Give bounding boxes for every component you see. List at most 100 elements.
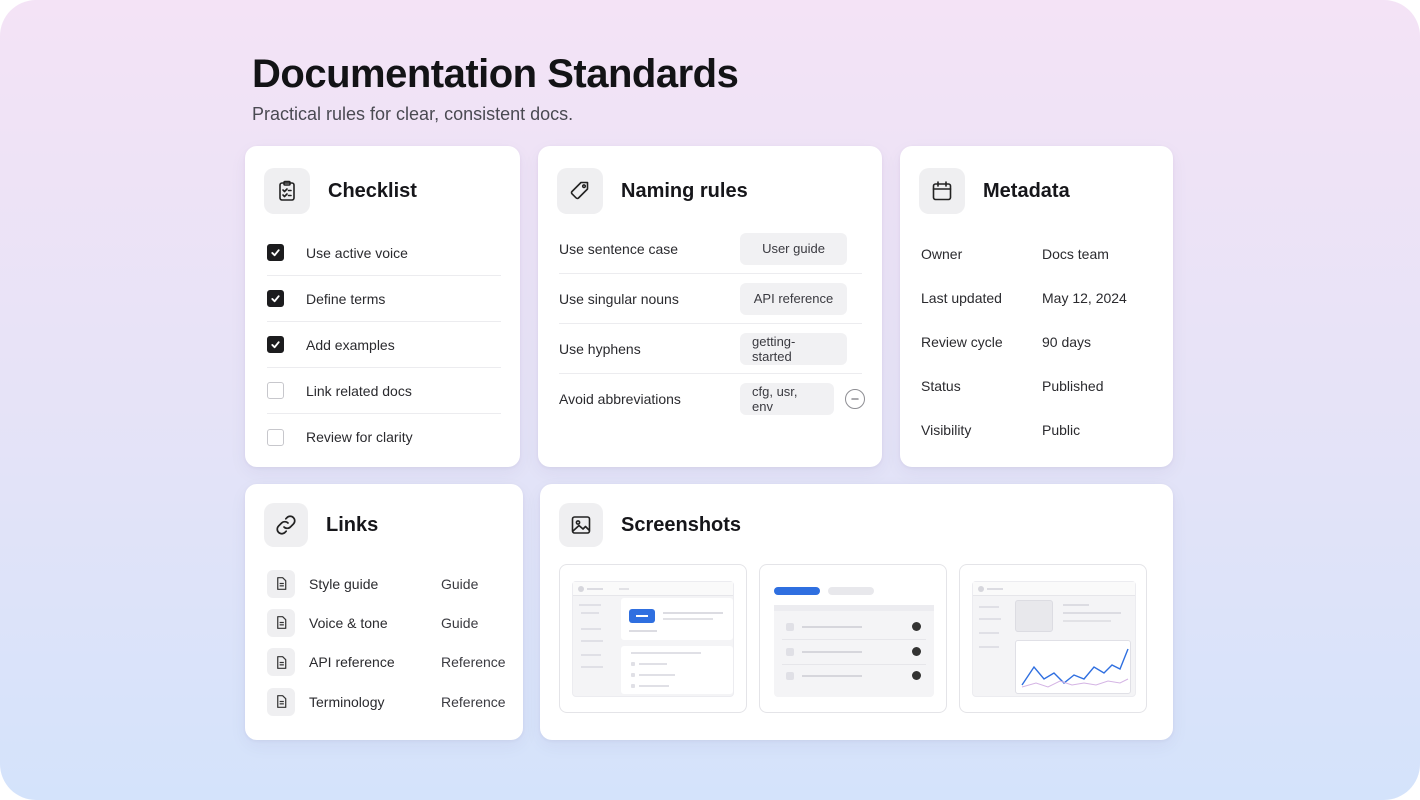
- tag-icon: [557, 168, 603, 214]
- link-icon: [264, 503, 308, 547]
- thumb-bar: [1063, 604, 1089, 606]
- calendar-icon: [919, 168, 965, 214]
- link-item[interactable]: API reference Reference: [267, 643, 507, 682]
- naming-rule-label: Avoid abbreviations: [559, 391, 681, 407]
- thumb-bar: [581, 640, 603, 642]
- thumb-bar: [631, 662, 635, 666]
- naming-rule-row: Use hyphens getting-started: [559, 324, 862, 374]
- thumb-check: [786, 672, 794, 680]
- thumb-list: [774, 605, 934, 697]
- thumb-bar: [631, 684, 635, 688]
- checkbox-checked[interactable]: [267, 290, 284, 307]
- remove-rule-button[interactable]: [845, 389, 865, 409]
- naming-rules-card: Naming rules Use sentence case User guid…: [538, 146, 882, 467]
- metadata-key: Review cycle: [921, 334, 1003, 350]
- naming-rule-label: Use sentence case: [559, 240, 679, 257]
- metadata-value: Published: [1042, 378, 1104, 394]
- thumb-bar: [629, 630, 657, 632]
- thumb-window: [972, 581, 1136, 697]
- thumb-bar: [636, 615, 648, 617]
- page-title: Documentation Standards: [252, 52, 739, 96]
- thumb-check: [786, 623, 794, 631]
- checklist-title: Checklist: [328, 179, 417, 202]
- screenshots-header: Screenshots: [559, 503, 741, 547]
- thumb-dot: [578, 586, 584, 592]
- thumb-bar: [581, 666, 603, 668]
- thumb-line-chart: [1021, 648, 1129, 688]
- screenshot-thumbnail-analytics[interactable]: [959, 564, 1147, 713]
- document-icon: [267, 687, 295, 716]
- thumb-bar: [639, 663, 667, 665]
- checklist-item[interactable]: Link related docs: [267, 368, 501, 414]
- thumb-bar: [581, 628, 601, 630]
- thumb-bar: [802, 651, 862, 653]
- naming-rules-list: Use sentence case User guide Use singula…: [559, 224, 865, 424]
- metadata-value: May 12, 2024: [1042, 290, 1127, 306]
- thumb-window: [572, 581, 734, 697]
- metadata-key: Owner: [921, 246, 963, 262]
- metadata-value: Docs team: [1042, 246, 1109, 262]
- checklist-item-label: Define terms: [306, 290, 386, 307]
- metadata-key: Last updated: [921, 290, 1002, 306]
- thumb-divider: [782, 664, 926, 665]
- link-item[interactable]: Terminology Reference: [267, 682, 507, 721]
- thumb-bar: [581, 654, 601, 656]
- link-type: Reference: [441, 693, 506, 710]
- screenshot-thumbnails: [559, 564, 1147, 713]
- document-icon: [267, 608, 295, 637]
- checklist-item-label: Review for clarity: [306, 429, 413, 445]
- thumb-done-dot: [912, 671, 921, 680]
- checklist-header: Checklist: [264, 168, 417, 214]
- thumb-bar: [631, 673, 635, 677]
- clipboard-check-icon: [264, 168, 310, 214]
- metadata-title: Metadata: [983, 179, 1070, 202]
- link-label: API reference: [309, 654, 395, 671]
- naming-rule-label: Use hyphens: [559, 340, 641, 357]
- checkbox-checked[interactable]: [267, 244, 284, 261]
- naming-example-chip: getting-started: [740, 332, 847, 365]
- checkbox-unchecked[interactable]: [267, 382, 284, 399]
- thumb-bar: [802, 626, 862, 628]
- metadata-value: 90 days: [1042, 334, 1092, 350]
- checklist-item[interactable]: Define terms: [267, 276, 501, 322]
- checkbox-checked[interactable]: [267, 336, 284, 353]
- thumb-bar: [639, 685, 669, 687]
- metadata-list: Owner Docs team Last updated May 12, 202…: [921, 232, 1127, 452]
- checkbox-unchecked[interactable]: [267, 428, 284, 446]
- checklist-item[interactable]: Use active voice: [267, 230, 501, 276]
- thumb-bar: [979, 632, 999, 634]
- checklist-item[interactable]: Review for clarity: [267, 414, 501, 460]
- link-type: Guide: [441, 614, 479, 631]
- link-label: Voice & tone: [309, 614, 388, 631]
- thumb-bar: [1063, 620, 1111, 622]
- screenshots-title: Screenshots: [621, 513, 742, 536]
- naming-rule-row: Use sentence case User guide: [559, 224, 862, 274]
- link-item[interactable]: Voice & tone Guide: [267, 603, 507, 642]
- thumb-bar: [663, 618, 713, 620]
- links-header: Links: [264, 503, 378, 547]
- link-item[interactable]: Style guide Guide: [267, 564, 507, 603]
- thumb-bar: [987, 588, 1003, 590]
- metadata-row: Owner Docs team: [921, 232, 1127, 276]
- document-icon: [267, 569, 295, 598]
- screenshot-thumbnail-settings[interactable]: [559, 564, 747, 713]
- links-card: Links Style guide Guide Voice & tone Gui…: [245, 484, 523, 740]
- thumb-blue-tab: [774, 587, 820, 595]
- link-type: Reference: [441, 654, 506, 671]
- thumb-bar: [802, 675, 862, 677]
- checklist-items: Use active voice Define terms Add exampl…: [267, 230, 501, 460]
- thumb-bar: [587, 588, 603, 590]
- checklist-item[interactable]: Add examples: [267, 322, 501, 368]
- thumb-gray-tab: [828, 587, 874, 595]
- thumb-panel: [1015, 600, 1053, 632]
- thumb-check: [786, 648, 794, 656]
- metadata-row: Last updated May 12, 2024: [921, 276, 1127, 320]
- thumb-sidebar: [579, 604, 615, 684]
- screenshot-thumbnail-tasks[interactable]: [759, 564, 947, 713]
- thumb-bar: [979, 618, 1001, 620]
- thumb-bar: [581, 612, 599, 614]
- thumb-bar: [579, 604, 601, 606]
- link-label: Style guide: [309, 575, 379, 592]
- thumb-bar: [979, 646, 999, 648]
- screenshots-card: Screenshots: [540, 484, 1173, 740]
